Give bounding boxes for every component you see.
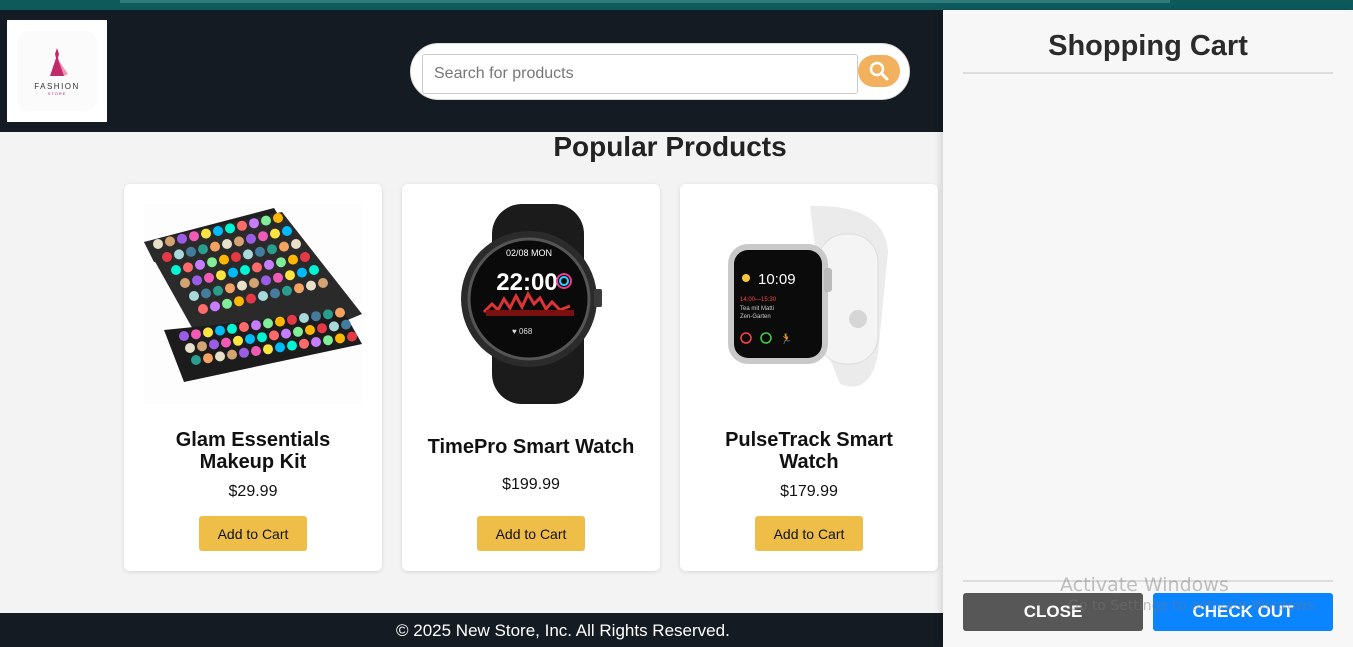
add-to-cart-button[interactable]: Add to Cart [199, 516, 307, 551]
browser-top-strip [0, 0, 1353, 10]
watch-time: 10:09 [758, 271, 796, 288]
product-price: $29.99 [228, 483, 278, 500]
svg-text:🏃: 🏃 [780, 332, 792, 345]
cart-divider-bottom [963, 580, 1333, 582]
watch-time: 22:00 [496, 269, 557, 296]
product-card: 02/08 MON 22:00 ♥ 068 TimePro Smart Watc… [402, 184, 660, 571]
search-bar [410, 43, 910, 100]
add-to-cart-button[interactable]: Add to Cart [477, 516, 585, 551]
product-card: Glam Essentials Makeup Kit $29.99 Add to… [124, 184, 382, 571]
checkout-button[interactable]: CHECK OUT [1153, 593, 1333, 631]
footer-copyright: © 2025 New Store, Inc. All Rights Reserv… [396, 621, 730, 640]
black-smartwatch-image[interactable]: 02/08 MON 22:00 ♥ 068 [422, 204, 640, 404]
product-price: $179.99 [780, 483, 838, 500]
add-to-cart-button[interactable]: Add to Cart [755, 516, 863, 551]
makeup-palette-image[interactable] [144, 204, 362, 404]
product-price: $199.99 [502, 476, 560, 493]
product-card: 10:09 14:00—15:30 Tea mit Matti Zen-Gart… [680, 184, 938, 571]
search-button[interactable] [858, 55, 900, 87]
shopping-cart-panel: Shopping Cart CLOSE CHECK OUT [943, 10, 1353, 647]
site-header: FASHION STORE [0, 10, 943, 132]
svg-text:14:00—15:30: 14:00—15:30 [740, 297, 777, 303]
search-icon [869, 61, 889, 81]
logo-mark: FASHION STORE [17, 31, 97, 111]
white-smartwatch-image[interactable]: 10:09 14:00—15:30 Tea mit Matti Zen-Gart… [700, 204, 918, 404]
site-footer: © 2025 New Store, Inc. All Rights Reserv… [0, 613, 943, 647]
product-name: PulseTrack Smart Watch [725, 429, 893, 473]
dress-icon [50, 48, 68, 76]
close-cart-button[interactable]: CLOSE [963, 593, 1143, 631]
svg-text:♥ 068: ♥ 068 [512, 327, 533, 336]
search-input[interactable] [422, 54, 858, 94]
logo-sub: STORE [47, 91, 67, 96]
store-logo[interactable]: FASHION STORE [7, 20, 107, 122]
top-strip-highlight [120, 0, 1170, 3]
cart-title: Shopping Cart [1048, 30, 1248, 62]
product-name: Glam Essentials Makeup Kit [175, 429, 331, 473]
svg-text:Zen-Garten: Zen-Garten [740, 314, 771, 320]
watch-date: 02/08 MON [506, 248, 552, 258]
product-name: TimePro Smart Watch [427, 436, 635, 458]
logo-word: FASHION [34, 82, 80, 91]
cart-divider-top [963, 72, 1333, 74]
svg-text:Tea mit Matti: Tea mit Matti [740, 306, 774, 312]
